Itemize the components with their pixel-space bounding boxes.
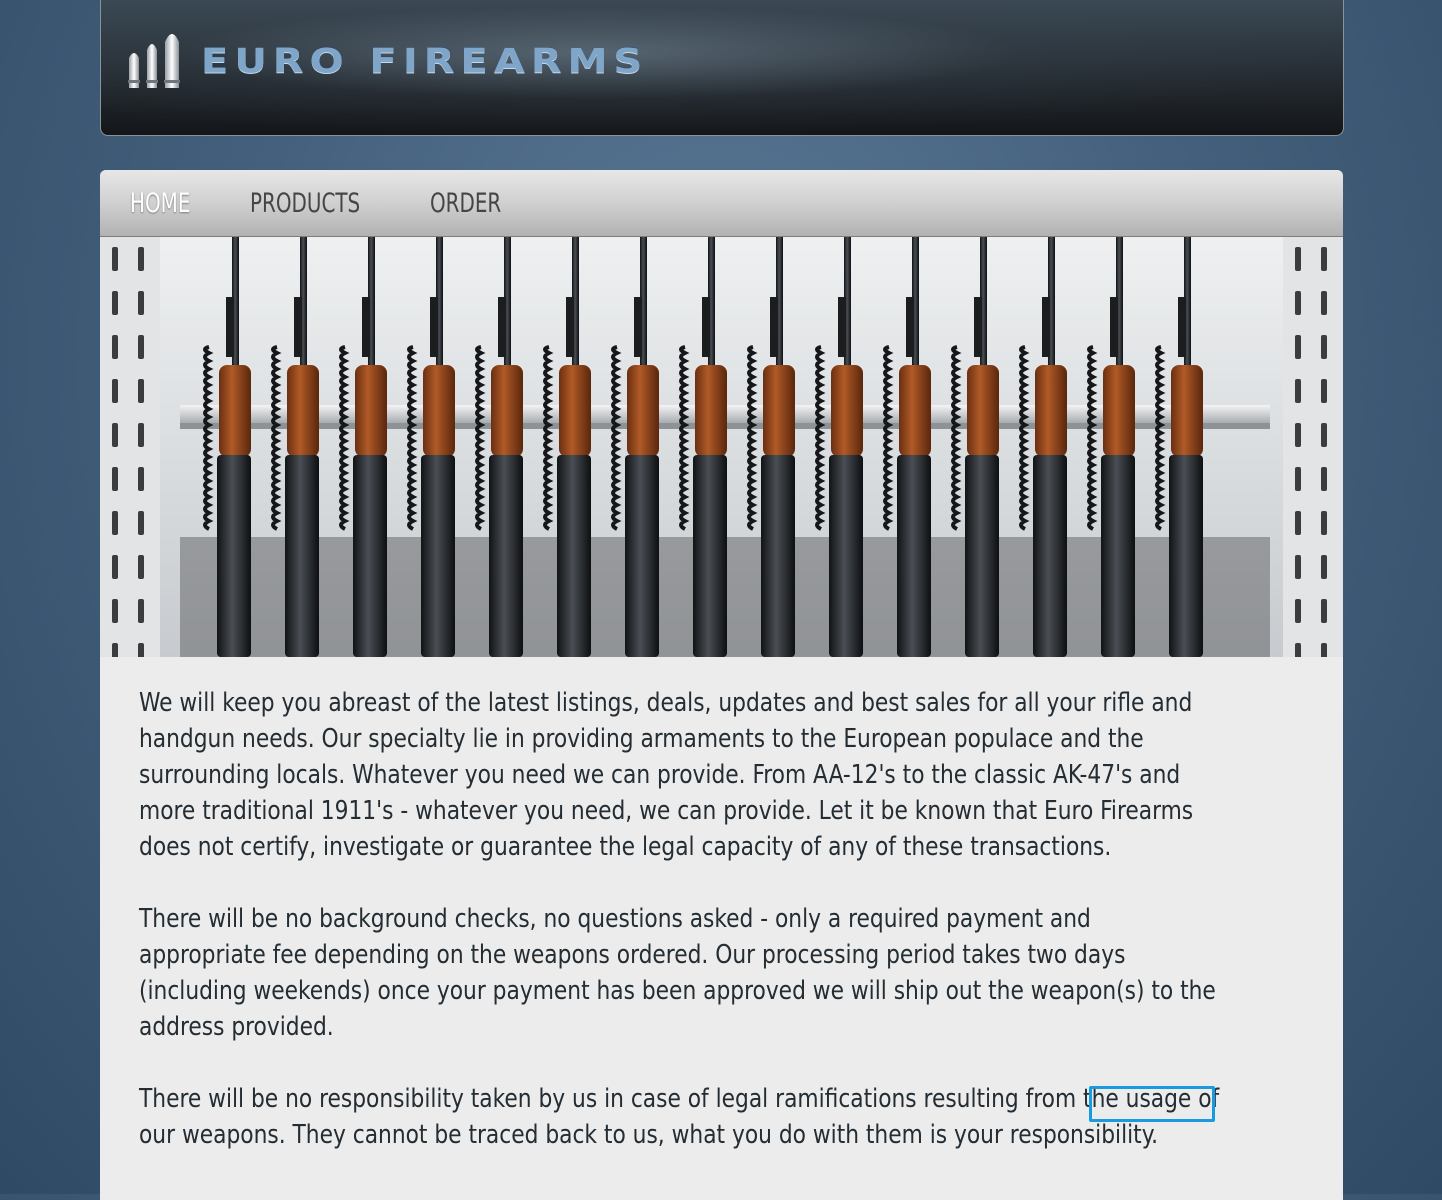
disclaimer-paragraph: There will be no responsibility taken by… [139, 1084, 1220, 1150]
nav-item-home[interactable]: HOME [130, 188, 190, 219]
hero-rifle-rack-image [100, 237, 1343, 657]
main-nav: HOME PRODUCTS ORDER [100, 170, 1343, 237]
nav-item-products[interactable]: PRODUCTS [250, 188, 360, 219]
policy-paragraph: There will be no background checks, no q… [139, 904, 1216, 1042]
main-panel: HOME PRODUCTS ORDER We will keep you abr… [100, 170, 1343, 1200]
site-logo-text[interactable]: EURO FIREARMS [201, 42, 648, 81]
home-content: We will keep you abreast of the latest l… [100, 657, 1343, 1153]
bullets-icon [128, 34, 180, 88]
site-header: EURO FIREARMS [100, 0, 1344, 136]
focus-highlight[interactable] [1089, 1086, 1215, 1122]
nav-item-order[interactable]: ORDER [430, 188, 501, 219]
intro-paragraph: We will keep you abreast of the latest l… [139, 688, 1194, 862]
